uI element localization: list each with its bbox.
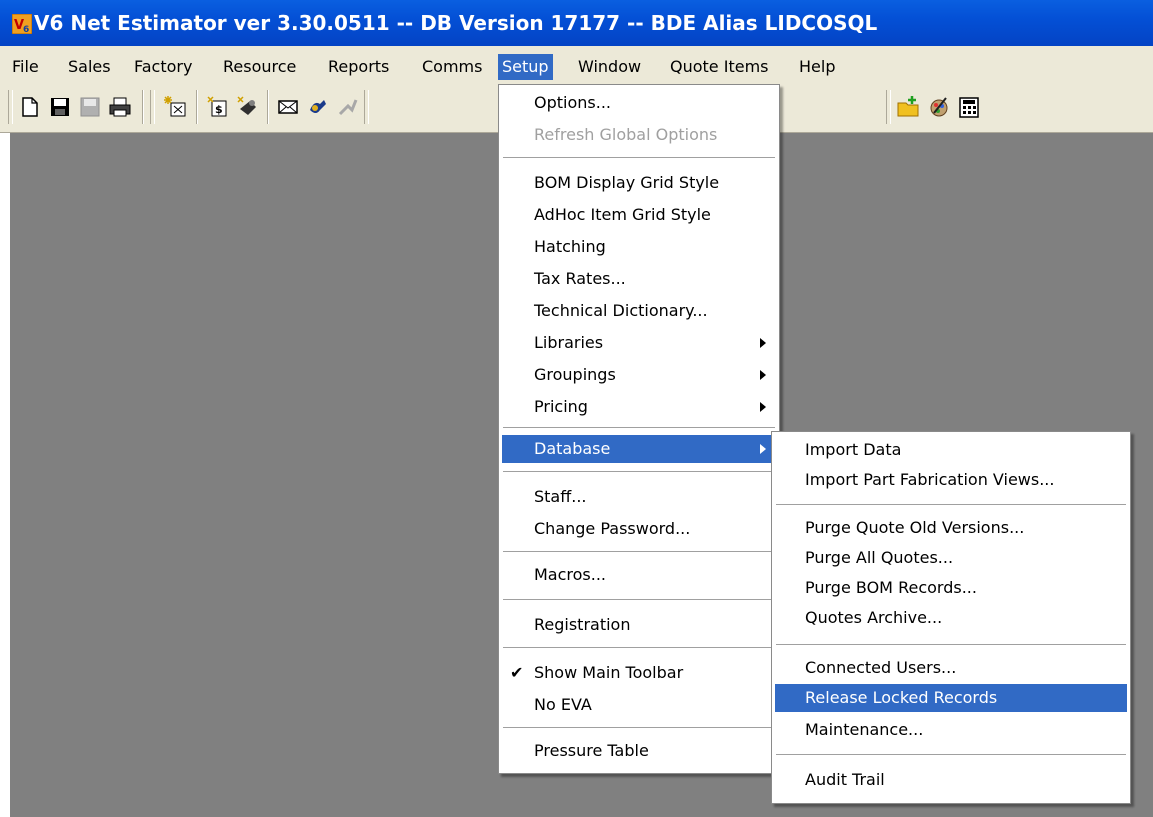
menu-item-import-data[interactable]: Import Data xyxy=(775,436,1127,464)
menu-item-options[interactable]: Options... xyxy=(502,89,776,117)
menu-separator xyxy=(503,157,775,159)
toolbar-grip[interactable] xyxy=(886,90,891,124)
toolbar-separator xyxy=(267,90,269,124)
app-window: V 6 V6 Net Estimator ver 3.30.0511 -- DB… xyxy=(0,0,1153,817)
menu-bar: File Sales Factory Resource Reports Comm… xyxy=(0,46,1153,84)
menu-item-groupings[interactable]: Groupings xyxy=(502,361,776,389)
menu-item-pricing[interactable]: Pricing xyxy=(502,393,776,421)
menu-reports[interactable]: Reports xyxy=(324,54,393,80)
menu-separator xyxy=(503,727,775,729)
submenu-arrow-icon xyxy=(760,370,766,380)
checkmark-icon: ✔ xyxy=(510,663,524,682)
menu-item-release-locked-records[interactable]: Release Locked Records xyxy=(775,684,1127,712)
menu-item-macros[interactable]: Macros... xyxy=(502,561,776,589)
menu-item-show-main-toolbar[interactable]: ✔ Show Main Toolbar xyxy=(502,659,776,687)
new-folder-icon[interactable] xyxy=(894,92,924,122)
connect-icon[interactable] xyxy=(303,92,333,122)
menu-item-audit-trail[interactable]: Audit Trail xyxy=(775,766,1127,794)
calculator-icon[interactable] xyxy=(954,92,984,122)
menu-item-libraries[interactable]: Libraries xyxy=(502,329,776,357)
svg-text:$: $ xyxy=(215,103,223,116)
svg-text:6: 6 xyxy=(23,25,29,34)
menu-separator xyxy=(503,471,775,473)
print-icon[interactable] xyxy=(105,92,135,122)
menu-separator xyxy=(503,427,775,429)
menu-item-refresh-global-options: Refresh Global Options xyxy=(534,125,718,144)
disconnect-icon xyxy=(333,92,363,122)
setup-menu: Options... Refresh Global Options BOM Di… xyxy=(498,84,780,774)
tools-icon[interactable] xyxy=(924,92,954,122)
menu-item-purge-bom-records[interactable]: Purge BOM Records... xyxy=(775,574,1127,602)
menu-item-technical-dictionary[interactable]: Technical Dictionary... xyxy=(502,297,776,325)
menu-separator xyxy=(776,644,1126,646)
menu-item-purge-quote-old-versions[interactable]: Purge Quote Old Versions... xyxy=(775,514,1127,542)
menu-item-tax-rates[interactable]: Tax Rates... xyxy=(502,265,776,293)
menu-item-hatching[interactable]: Hatching xyxy=(502,233,776,261)
new-document-icon[interactable] xyxy=(15,92,45,122)
menu-file[interactable]: File xyxy=(8,54,43,80)
menu-separator xyxy=(503,599,775,601)
menu-comms[interactable]: Comms xyxy=(418,54,486,80)
menu-item-pressure-table[interactable]: Pressure Table xyxy=(502,737,776,765)
menu-item-quotes-archive[interactable]: Quotes Archive... xyxy=(775,604,1127,632)
email-icon[interactable] xyxy=(273,92,303,122)
menu-separator xyxy=(776,504,1126,506)
save-disabled-icon xyxy=(75,92,105,122)
new-ticket-icon[interactable] xyxy=(233,92,263,122)
menu-quote-items[interactable]: Quote Items xyxy=(666,54,772,80)
menu-item-connected-users[interactable]: Connected Users... xyxy=(775,654,1127,682)
menu-separator xyxy=(776,754,1126,756)
toolbar-grip[interactable] xyxy=(8,90,13,124)
toolbar-separator xyxy=(142,90,144,124)
new-quote-icon[interactable] xyxy=(160,92,190,122)
menu-item-staff[interactable]: Staff... xyxy=(502,483,776,511)
v6-app-icon[interactable]: V 6 xyxy=(12,14,32,34)
menu-item-import-part-fabrication-views[interactable]: Import Part Fabrication Views... xyxy=(775,466,1127,494)
menu-sales[interactable]: Sales xyxy=(64,54,115,80)
menu-resource[interactable]: Resource xyxy=(219,54,300,80)
submenu-arrow-icon xyxy=(760,402,766,412)
window-title: V6 Net Estimator ver 3.30.0511 -- DB Ver… xyxy=(34,11,878,35)
toolbar-separator xyxy=(196,90,198,124)
menu-separator xyxy=(503,551,775,553)
menu-item-change-password[interactable]: Change Password... xyxy=(502,515,776,543)
title-bar: V 6 V6 Net Estimator ver 3.30.0511 -- DB… xyxy=(0,0,1153,46)
toolbar-grip[interactable] xyxy=(364,90,369,124)
menu-item-database[interactable]: Database xyxy=(502,435,776,463)
menu-help[interactable]: Help xyxy=(795,54,839,80)
menu-setup[interactable]: Setup xyxy=(498,54,553,80)
menu-item-purge-all-quotes[interactable]: Purge All Quotes... xyxy=(775,544,1127,572)
save-icon[interactable] xyxy=(45,92,75,122)
menu-item-registration[interactable]: Registration xyxy=(502,611,776,639)
menu-factory[interactable]: Factory xyxy=(130,54,196,80)
menu-item-maintenance[interactable]: Maintenance... xyxy=(775,716,1127,744)
menu-window[interactable]: Window xyxy=(574,54,645,80)
new-costing-icon[interactable]: $ xyxy=(203,92,233,122)
database-submenu: Import Data Import Part Fabrication View… xyxy=(771,431,1131,804)
submenu-arrow-icon xyxy=(760,338,766,348)
menu-item-bom-display-grid-style[interactable]: BOM Display Grid Style xyxy=(502,169,776,197)
menu-item-adhoc-item-grid-style[interactable]: AdHoc Item Grid Style xyxy=(502,201,776,229)
toolbar-grip[interactable] xyxy=(150,90,155,124)
menu-item-no-eva[interactable]: No EVA xyxy=(502,691,776,719)
menu-separator xyxy=(503,647,775,649)
submenu-arrow-icon xyxy=(760,444,766,454)
